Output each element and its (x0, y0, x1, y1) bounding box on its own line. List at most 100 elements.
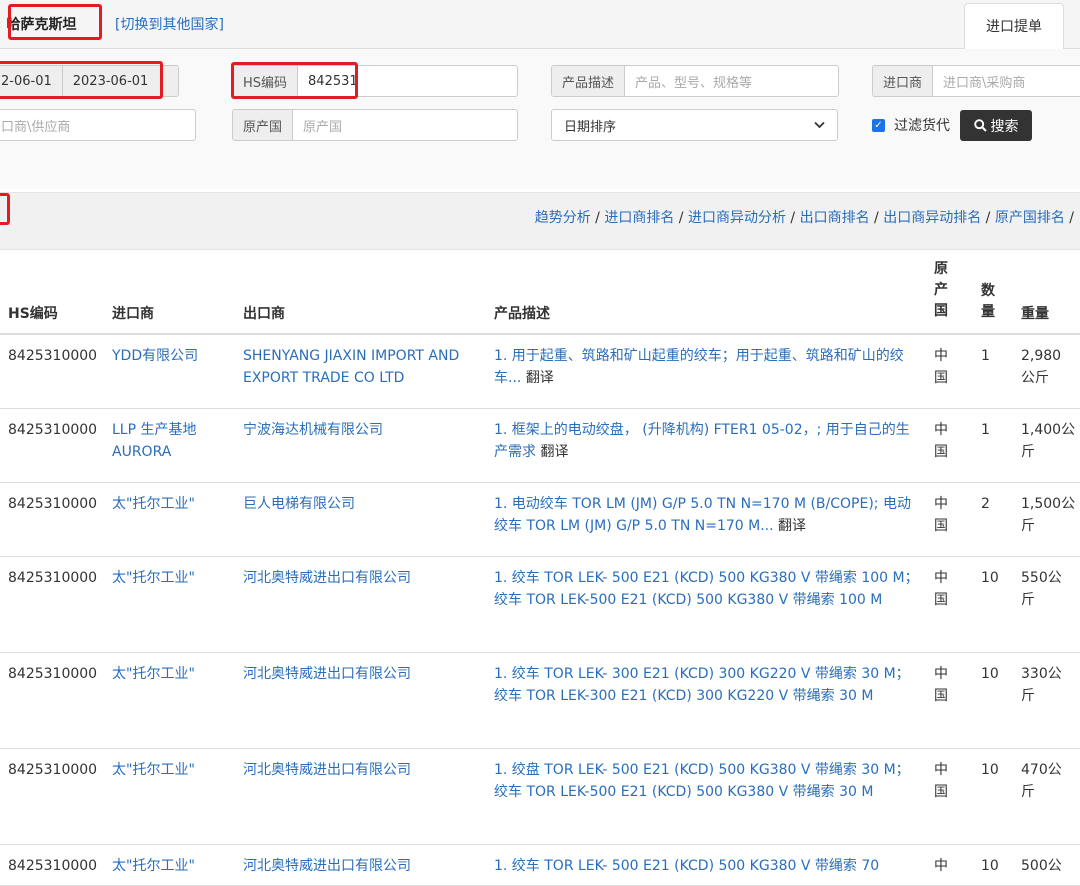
description-cell: 1. 绞车 TOR LEK- 300 E21 (KCD) 300 KG220 V… (494, 663, 919, 707)
origin-input[interactable]: 原产国 (293, 110, 517, 140)
hs-code-cell: 8425310000 (8, 570, 98, 586)
sort-select[interactable]: 日期排序 (551, 109, 838, 141)
search-button[interactable]: 搜索 (960, 110, 1032, 141)
weight-cell: 470公 斤 (1021, 762, 1062, 800)
origin-cell: 中 国 (934, 496, 948, 534)
exporter-link[interactable]: 河北奥特威进出口有限公司 (243, 759, 483, 781)
origin-cell: 中 国 (934, 348, 948, 386)
weight-cell: 2,980 公斤 (1021, 348, 1062, 386)
table-body: 8425310000 YDD有限公司 SHENYANG JIAXIN IMPORT … (0, 335, 1080, 886)
table-row: 8425310000 太"托尔工业" 河北奥特威进出口有限公司 中 10 500公 1. 绞… (0, 845, 1080, 886)
table-row: 8425310000 太"托尔工业" 河北奥特威进出口有限公司 中 国 10 550公 斤… (0, 557, 1080, 653)
quantity-cell: 1 (981, 348, 990, 364)
col-quantity: 数 量 (981, 283, 995, 320)
filter-forwarder-checkbox[interactable]: ✓ (872, 118, 885, 132)
description-cell: 1. 绞车 TOR LEK- 500 E21 (KCD) 500 KG380 V… (494, 567, 919, 611)
importer-link[interactable]: 太"托尔工业" (112, 759, 237, 781)
highlight-left-marker (0, 193, 10, 225)
description-link[interactable]: 1. 绞车 TOR LEK- 500 E21 (KCD) 500 KG380 V… (494, 570, 919, 608)
quantity-cell: 1 (981, 422, 990, 438)
description-cell: 1. 框架上的电动绞盘， (升降机构) FTER1 05-02，; 用于自己的生… (494, 419, 919, 463)
link-importer-anomaly[interactable]: 进口商异动分析 (688, 210, 786, 226)
tab-import-bill[interactable]: 进口提单 (964, 3, 1064, 50)
weight-cell: 330公 斤 (1021, 666, 1062, 704)
sort-select-value: 日期排序 (564, 119, 617, 135)
exporter-link[interactable]: SHENYANG JIAXIN IMPORT AND EXPORT TRADE … (243, 345, 483, 389)
origin-cell: 中 国 (934, 666, 948, 704)
table-header: HS编码 进口商 出口商 产品描述 原 产 国 数 量 重量 (0, 249, 1080, 335)
origin-label: 原产国 (233, 110, 294, 140)
origin-cell: 中 国 (934, 762, 948, 800)
importer-link[interactable]: LLP 生产基地 AURORA (112, 419, 237, 463)
hs-code-cell: 8425310000 (8, 858, 98, 874)
col-exporter: 出口商 (243, 306, 285, 322)
importer-link[interactable]: 太"托尔工业" (112, 855, 237, 877)
exporter-link[interactable]: 河北奥特威进出口有限公司 (243, 855, 483, 877)
description-link[interactable]: 1. 绞车 TOR LEK- 500 E21 (KCD) 500 KG380 V… (494, 858, 879, 874)
exporter-link[interactable]: 河北奥特威进出口有限公司 (243, 567, 483, 589)
description-cell: 1. 用于起重、筑路和矿山起重的绞车；用于起重、筑路和矿山的绞车... 翻译 (494, 345, 919, 389)
product-desc-label: 产品描述 (552, 66, 626, 96)
importer-link[interactable]: 太"托尔工业" (112, 663, 237, 685)
exporter-group: 口商\供应商 (0, 109, 196, 141)
importer-link[interactable]: 太"托尔工业" (112, 493, 237, 515)
hs-code-cell: 8425310000 (8, 762, 98, 778)
description-link[interactable]: 1. 绞车 TOR LEK- 300 E21 (KCD) 300 KG220 V… (494, 666, 910, 704)
highlight-date-range (0, 61, 163, 99)
link-trend-analysis[interactable]: 趋势分析 (535, 210, 591, 226)
weight-cell: 1,400公 斤 (1021, 422, 1076, 460)
origin-group: 原产国 原产国 (232, 109, 518, 141)
link-importer-rank[interactable]: 进口商排名 (604, 210, 674, 226)
exporter-input[interactable]: 口商\供应商 (0, 110, 195, 140)
translate-link[interactable]: 翻译 (540, 444, 568, 460)
importer-group: 进口商 进口商\采购商 (872, 65, 1080, 97)
exporter-link[interactable]: 河北奥特威进出口有限公司 (243, 663, 483, 685)
chevron-down-icon (814, 121, 825, 129)
description-link[interactable]: 1. 用于起重、筑路和矿山起重的绞车；用于起重、筑路和矿山的绞车... (494, 348, 904, 386)
importer-link[interactable]: 太"托尔工业" (112, 567, 237, 589)
quantity-cell: 2 (981, 496, 990, 512)
quantity-cell: 10 (981, 666, 999, 682)
importer-input[interactable]: 进口商\采购商 (933, 66, 1080, 96)
description-cell: 1. 绞盘 TOR LEK- 500 E21 (KCD) 500 KG380 V… (494, 759, 919, 803)
col-weight: 重量 (1021, 306, 1049, 322)
translate-link[interactable]: 翻译 (526, 370, 554, 386)
highlight-country (8, 4, 102, 40)
filter-forwarder[interactable]: ✓ 过滤货代 (872, 115, 950, 135)
importer-link[interactable]: YDD有限公司 (112, 345, 237, 367)
origin-cell: 中 国 (934, 422, 948, 460)
link-origin-rank[interactable]: 原产国排名 (995, 210, 1065, 226)
col-importer: 进口商 (112, 306, 154, 322)
description-link[interactable]: 1. 电动绞车 TOR LM (JM) G/P 5.0 TN N=170 M (… (494, 496, 911, 534)
table-row: 8425310000 太"托尔工业" 巨人电梯有限公司 中 国 2 1,500公 斤 1. … (0, 483, 1080, 557)
filter-forwarder-label: 过滤货代 (894, 118, 950, 134)
description-cell: 1. 绞车 TOR LEK- 500 E21 (KCD) 500 KG380 V… (494, 855, 919, 877)
product-desc-input[interactable]: 产品、型号、规格等 (625, 66, 838, 96)
hs-code-cell: 8425310000 (8, 422, 98, 438)
highlight-hs-code (231, 62, 358, 99)
col-description: 产品描述 (494, 306, 550, 322)
search-button-label: 搜索 (990, 118, 1019, 135)
link-exporter-anomaly[interactable]: 出口商异动排名 (883, 210, 981, 226)
table-row: 8425310000 太"托尔工业" 河北奥特威进出口有限公司 中 国 10 330公 斤… (0, 653, 1080, 749)
results-table: HS编码 进口商 出口商 产品描述 原 产 国 数 量 重量 842531000… (0, 249, 1080, 886)
importer-label: 进口商 (873, 66, 934, 96)
table-row: 8425310000 太"托尔工业" 河北奥特威进出口有限公司 中 国 10 470公 斤… (0, 749, 1080, 845)
translate-link[interactable]: 翻译 (778, 518, 806, 534)
link-exporter-rank[interactable]: 出口商排名 (800, 210, 870, 226)
exporter-link[interactable]: 巨人电梯有限公司 (243, 493, 483, 515)
switch-country-link[interactable]: [切换到其他国家] (115, 14, 224, 34)
weight-cell: 550公 斤 (1021, 570, 1062, 608)
product-desc-group: 产品描述 产品、型号、规格等 (551, 65, 839, 97)
description-link[interactable]: 1. 绞盘 TOR LEK- 500 E21 (KCD) 500 KG380 V… (494, 762, 910, 800)
exporter-link[interactable]: 宁波海达机械有限公司 (243, 419, 483, 441)
col-origin: 原 产 国 (934, 261, 948, 319)
table-row: 8425310000 LLP 生产基地 AURORA 宁波海达机械有限公司 中 国 1 1… (0, 409, 1080, 483)
page-header: : 哈萨克斯坦 [切换到其他国家] 进口提单 (0, 0, 1080, 50)
origin-cell: 中 (934, 858, 948, 874)
hs-code-cell: 8425310000 (8, 496, 98, 512)
weight-cell: 500公 (1021, 858, 1062, 874)
search-icon (973, 119, 987, 132)
origin-cell: 中 国 (934, 570, 948, 608)
quantity-cell: 10 (981, 570, 999, 586)
